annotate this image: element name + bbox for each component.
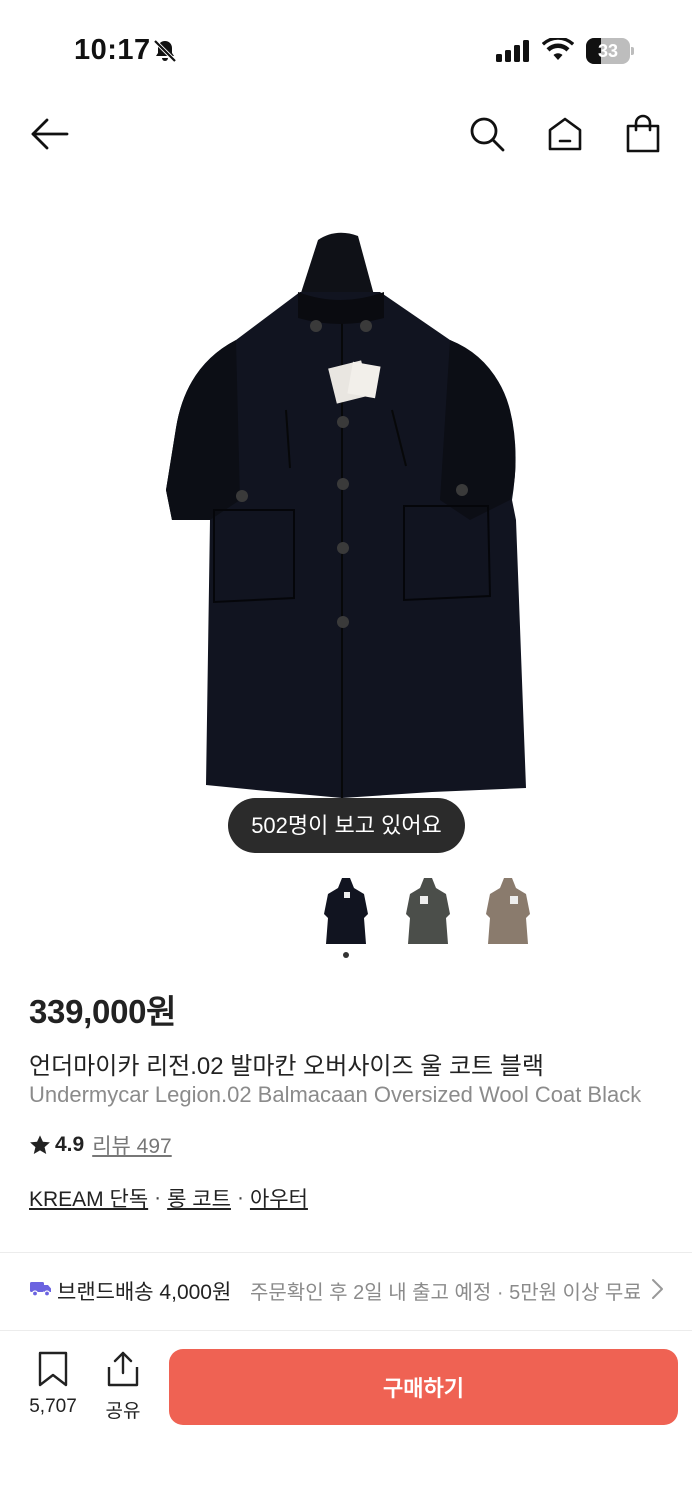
category-separator: · <box>154 1186 162 1209</box>
bookmark-icon <box>38 1351 68 1387</box>
color-thumbnails <box>0 870 692 960</box>
back-arrow-icon <box>31 118 69 150</box>
category-links: KREAM 단독 · 롱 코트 · 아우터 <box>29 1183 308 1213</box>
coat-thumbnail-image <box>406 878 450 944</box>
search-button[interactable] <box>465 112 509 156</box>
category-kream-exclusive[interactable]: KREAM 단독 <box>29 1183 148 1213</box>
home-button[interactable] <box>543 112 587 156</box>
star-icon <box>30 1135 50 1154</box>
rating-row: 4.9 리뷰 497 <box>29 1130 172 1160</box>
product-price: 339,000원 <box>29 993 177 1030</box>
chevron-right-icon <box>650 1278 664 1305</box>
category-separator: · <box>236 1186 244 1209</box>
category-outer[interactable]: 아우터 <box>250 1183 308 1213</box>
bottom-action-bar: 5,707 공유 구매하기 <box>0 1331 692 1500</box>
top-nav <box>0 100 692 168</box>
wifi-icon <box>541 36 575 67</box>
bookmark-count: 5,707 <box>29 1396 77 1417</box>
viewers-badge: 502명이 보고 있어요 <box>228 798 465 853</box>
carousel-indicator <box>343 952 349 958</box>
shipping-title: 브랜드배송 4,000원 <box>57 1281 232 1304</box>
thumbnail-black[interactable] <box>318 874 374 950</box>
thumbnail-charcoal[interactable] <box>400 874 456 950</box>
divider <box>0 1252 692 1253</box>
share-label: 공유 <box>105 1401 141 1422</box>
thumbnail-beige[interactable] <box>480 874 536 950</box>
cart-button[interactable] <box>621 112 665 156</box>
product-title-korean: 언더마이카 리전.02 발마칸 오버사이즈 울 코트 블랙 <box>29 1053 544 1080</box>
back-button[interactable] <box>27 112 71 156</box>
product-title-english: Undermycar Legion.02 Balmacaan Oversized… <box>29 1082 642 1107</box>
bell-slash-icon <box>152 38 178 69</box>
coat-thumbnail-image <box>324 878 368 944</box>
search-icon <box>470 117 505 152</box>
share-button[interactable]: 공유 <box>100 1351 146 1423</box>
coat-image <box>166 232 526 798</box>
buy-button[interactable]: 구매하기 <box>169 1349 678 1425</box>
bookmark-button[interactable]: 5,707 <box>24 1351 82 1418</box>
coat-thumbnail-image <box>486 878 530 944</box>
shopping-bag-icon <box>626 114 660 153</box>
title-fade <box>632 1080 692 1112</box>
home-icon <box>548 117 582 151</box>
product-image[interactable] <box>0 200 692 840</box>
status-time: 10:17 <box>74 34 151 66</box>
status-bar: 10:17 33 <box>0 0 692 100</box>
truck-icon <box>29 1278 53 1303</box>
rating-value: 4.9 <box>55 1133 85 1156</box>
review-count-link[interactable]: 리뷰 497 <box>92 1130 172 1160</box>
battery-level: 33 <box>597 41 619 61</box>
shipping-description: 주문확인 후 2일 내 출고 예정 · 5만원 이상 무료배송 <box>250 1282 640 1304</box>
share-icon <box>107 1351 139 1387</box>
battery-icon: 33 <box>586 38 634 64</box>
signal-icon <box>496 40 532 67</box>
shipping-info-row[interactable]: 브랜드배송 4,000원 주문확인 후 2일 내 출고 예정 · 5만원 이상 … <box>0 1260 692 1318</box>
category-long-coat[interactable]: 롱 코트 <box>167 1183 231 1213</box>
